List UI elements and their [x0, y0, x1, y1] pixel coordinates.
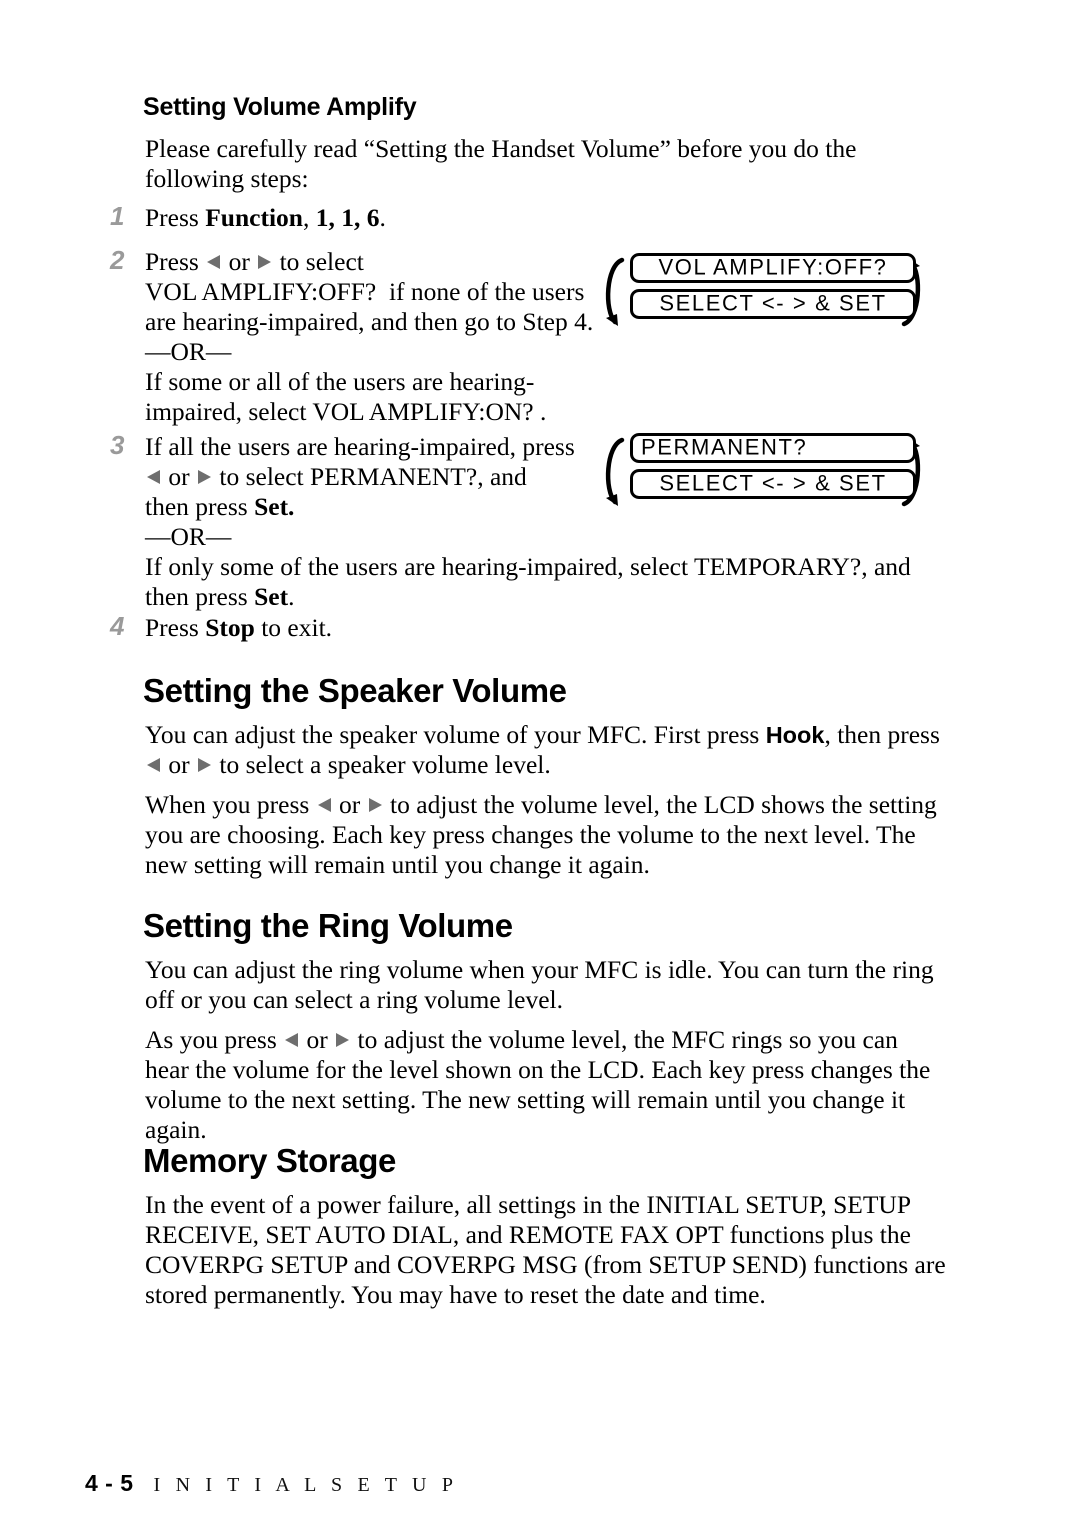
heading-setting-ring-volume: Setting the Ring Volume [143, 907, 513, 944]
step-3-line5-a: then press [145, 582, 255, 611]
step-2-line1-c: to select [273, 247, 364, 276]
ring-volume-paragraph-2: As you press or to adjust the volume lev… [145, 1025, 945, 1145]
rv-p2-b: or [300, 1025, 335, 1054]
step-3-line2-b: to select [213, 462, 311, 491]
key-function: Function [205, 203, 303, 232]
step-number-1: 1 [110, 201, 125, 231]
step-3-line5-c: . [288, 582, 295, 611]
lcd-rotate-left-arrow-icon [605, 437, 625, 506]
lcd-line-2-text: SELECT <- > & SET [659, 290, 887, 316]
step-number-2: 2 [110, 245, 125, 275]
left-arrow-icon [207, 254, 221, 269]
step-number-3: 3 [110, 430, 125, 460]
step-2-line1-a: Press [145, 247, 206, 276]
left-arrow-icon [285, 1032, 299, 1047]
key-stop: Stop [205, 613, 255, 642]
sv-p2-b: or [332, 790, 367, 819]
right-arrow-icon [258, 254, 272, 269]
step-2-or: —OR— [145, 337, 232, 366]
key-set-2: Set [254, 582, 289, 611]
right-arrow-icon [368, 797, 382, 812]
step-3-line3-a: then press [145, 492, 255, 521]
lcd-line-2-text: SELECT <- > & SET [659, 470, 887, 496]
step-2-line1-b: or [222, 247, 257, 276]
step-4-suffix: to exit. [254, 613, 333, 642]
step-1-prefix: Press [145, 203, 206, 232]
lcd-line-2-box: SELECT <- > & SET [630, 289, 916, 319]
lcd-rotate-left-arrow-icon [605, 257, 625, 326]
left-arrow-icon [317, 797, 331, 812]
step-2-body: Press or to select VOL AMPLIFY:OFF? if n… [145, 247, 595, 427]
step-4-body: Press Stop to exit. [145, 613, 645, 643]
step-3-or: —OR— [145, 522, 232, 551]
step-2-line2-tail: if none of the users [388, 277, 585, 306]
right-arrow-icon [336, 1032, 350, 1047]
step-2-line5-c: . [539, 397, 547, 426]
step-2-line4: If some or all of the users are hearing- [145, 367, 535, 396]
step-1-body: Press Function, 1, 1, 6. [145, 203, 605, 233]
step-1-end: . [379, 203, 386, 232]
right-arrow-icon [198, 469, 211, 484]
speaker-volume-paragraph-2: When you press or to adjust the volume l… [145, 790, 945, 880]
manual-page: Setting Volume Amplify Please carefully … [0, 0, 1080, 1529]
sv-p1-a: You can adjust the speaker volume of you… [145, 720, 766, 749]
step-number-4: 4 [110, 611, 125, 641]
left-arrow-icon [147, 469, 160, 484]
heading-setting-speaker-volume: Setting the Speaker Volume [143, 672, 567, 709]
lcd-label-vol-amplify-off: VOL AMPLIFY:OFF? [145, 277, 377, 306]
step-3-line4-a: If only some of the users are hearing-im… [145, 552, 694, 581]
step-2-line5-a: impaired, select [145, 397, 313, 426]
lcd-line-2-box: SELECT <- > & SET [630, 469, 916, 499]
key-digits: 1, 1, 6 [315, 203, 380, 232]
sv-p1-b: , then press [824, 720, 940, 749]
heading-memory-storage: Memory Storage [143, 1142, 396, 1179]
lcd-label-temporary: TEMPORARY? [694, 552, 862, 581]
page-footer: 4 - 5 I N I T I A L S E T U P [85, 1470, 458, 1497]
step-3-line2-a: or [162, 462, 196, 491]
lcd-label-permanent: PERMANENT? [310, 462, 478, 491]
volume-amplify-intro: Please carefully read “Setting the Hands… [145, 134, 857, 193]
step-2-line3: are hearing-impaired, and then go to Ste… [145, 307, 594, 336]
ring-volume-paragraph-1: You can adjust the ring volume when your… [145, 955, 934, 1014]
heading-setting-volume-amplify: Setting Volume Amplify [143, 93, 417, 121]
lcd-line-1-box: PERMANENT? [630, 433, 916, 463]
left-arrow-icon [147, 757, 160, 772]
lcd-line-1-box: VOL AMPLIFY:OFF? [630, 253, 916, 283]
step-3-line2-d: , and [477, 462, 527, 491]
right-arrow-icon [198, 757, 211, 772]
footer-chapter-title: I N I T I A L S E T U P [153, 1474, 459, 1496]
sv-p2-a: When you press [145, 790, 316, 819]
speaker-volume-paragraph-1: You can adjust the speaker volume of you… [145, 720, 950, 780]
key-set: Set. [254, 492, 295, 521]
rv-p2-a: As you press [145, 1025, 284, 1054]
step-4-prefix: Press [145, 613, 206, 642]
sv-p1-c: or [162, 750, 196, 779]
key-hook: Hook [765, 722, 825, 748]
lcd-line-1-text: PERMANENT? [641, 434, 808, 460]
lcd-line-1-text: VOL AMPLIFY:OFF? [658, 254, 888, 280]
step-3-line4-c: , and [861, 552, 911, 581]
lcd-display-permanent: PERMANENT? SELECT <- > & SET [598, 432, 928, 512]
step-1-sep: , [303, 203, 316, 232]
step-3-line1: If all the users are hearing-impaired, p… [145, 432, 575, 461]
sv-p1-d: to select a speaker volume level. [213, 750, 551, 779]
lcd-label-vol-amplify-on: VOL AMPLIFY:ON? [312, 397, 534, 426]
memory-storage-paragraph: In the event of a power failure, all set… [145, 1190, 946, 1309]
lcd-display-vol-amplify: VOL AMPLIFY:OFF? SELECT <- > & SET [598, 252, 928, 332]
footer-page-number: 4 - 5 [85, 1470, 134, 1496]
